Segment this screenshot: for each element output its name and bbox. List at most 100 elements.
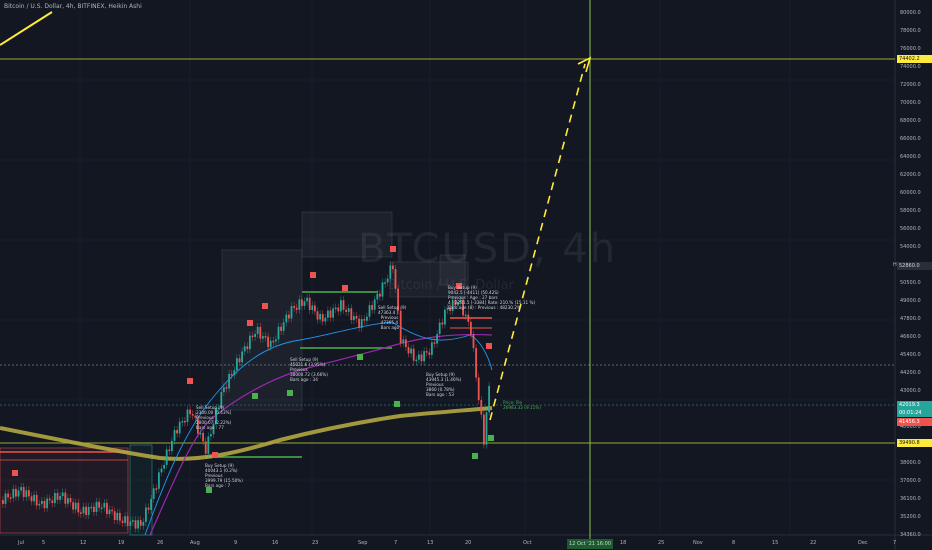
candle xyxy=(147,507,150,510)
candle xyxy=(93,506,95,512)
sell-setup-note-1: Sell Setup (9) 47363.4 [ Previous 47365.… xyxy=(378,305,407,330)
candle xyxy=(35,494,38,506)
candle xyxy=(251,335,254,338)
price-tick: 68000.0 xyxy=(900,118,921,124)
candle xyxy=(288,314,290,319)
price-tick: 72000.0 xyxy=(900,82,921,88)
candle xyxy=(225,387,228,389)
time-tick: Nov xyxy=(693,540,703,546)
candle xyxy=(319,314,321,320)
candle xyxy=(483,414,485,445)
candle xyxy=(152,488,155,499)
candle xyxy=(295,307,298,310)
candle xyxy=(358,318,360,328)
candle xyxy=(116,512,119,521)
candle xyxy=(121,520,124,523)
time-tick: Jul xyxy=(18,540,25,546)
candle xyxy=(54,493,56,504)
candle xyxy=(90,506,93,509)
candle xyxy=(199,432,202,435)
candle xyxy=(410,348,412,354)
time-tick: 12 xyxy=(80,540,87,546)
price-tick: 80000.0 xyxy=(900,10,921,16)
candle xyxy=(223,387,225,393)
candle xyxy=(423,351,425,362)
price-tick: 44200.0 xyxy=(900,370,921,376)
candle xyxy=(139,520,142,526)
candle xyxy=(433,342,436,344)
candle xyxy=(137,520,139,529)
candle xyxy=(371,305,373,310)
candle xyxy=(33,494,35,502)
price-tick: 43000.0 xyxy=(900,388,921,394)
candle xyxy=(360,319,363,328)
candle xyxy=(381,282,384,297)
candle xyxy=(85,506,87,515)
candle xyxy=(230,373,233,376)
time-tick: Sep xyxy=(358,540,368,546)
candle xyxy=(444,309,446,325)
candle xyxy=(472,334,475,349)
price-tick: 74000.0 xyxy=(900,64,921,70)
candle xyxy=(256,326,259,334)
candle xyxy=(87,506,90,515)
support-price-label: 39490.8 xyxy=(897,439,932,447)
candle xyxy=(38,503,41,506)
candle xyxy=(100,507,103,509)
candle xyxy=(470,321,472,335)
candle xyxy=(431,342,433,355)
candle xyxy=(368,305,371,317)
buy-setup-note-5: Buy Setup (9) 40043.1 (0.2%) Previous 39… xyxy=(205,463,243,488)
last-price-label: 42019.3 xyxy=(897,401,932,409)
buy-setup-note: Buy Setup (9) 9042.5 [-4411] (50.42S) Pr… xyxy=(448,285,536,310)
price-chart[interactable] xyxy=(0,0,932,550)
candle xyxy=(48,498,51,501)
candle xyxy=(277,326,280,340)
candle xyxy=(402,339,405,344)
candle xyxy=(72,502,74,510)
candle xyxy=(436,334,438,344)
candle xyxy=(246,346,249,350)
candle xyxy=(285,314,288,323)
time-tick: Oct xyxy=(523,540,532,546)
price-tick: 78000.0 xyxy=(900,28,921,34)
price-tick: 58000.0 xyxy=(900,208,921,214)
candle xyxy=(321,314,324,322)
candle xyxy=(379,293,381,297)
candle xyxy=(243,346,246,352)
price-tick: 38000.0 xyxy=(900,460,921,466)
candle xyxy=(308,297,311,311)
time-tick: 7 xyxy=(893,540,897,546)
candle xyxy=(171,440,173,452)
candle xyxy=(373,299,376,310)
price-position-note: Price: Pie 26983.32 (9.11%) xyxy=(503,400,541,410)
candle xyxy=(41,500,43,504)
price-tick: 34360.0 xyxy=(900,532,921,538)
candle xyxy=(488,385,490,413)
candle xyxy=(106,502,108,515)
time-tick: 26 xyxy=(157,540,164,546)
price-tick: 76000.0 xyxy=(900,46,921,52)
candle xyxy=(132,520,134,522)
candle xyxy=(95,501,98,512)
candle xyxy=(353,316,355,321)
candle xyxy=(420,354,423,362)
chart-title: Bitcoin / U.S. Dollar, 4h, BITFINEX, Hei… xyxy=(4,3,142,10)
candle xyxy=(363,319,366,321)
candle xyxy=(441,322,444,325)
candle xyxy=(67,498,69,504)
candle xyxy=(324,317,327,322)
candle xyxy=(366,316,368,321)
candle xyxy=(43,500,46,509)
time-tick: 25 xyxy=(658,540,665,546)
candle xyxy=(189,409,191,415)
candle xyxy=(56,493,59,500)
candle xyxy=(405,339,407,348)
candle xyxy=(111,509,113,512)
candle xyxy=(74,502,77,510)
candle xyxy=(7,493,9,498)
candle xyxy=(113,511,116,521)
candle xyxy=(238,358,241,363)
candle xyxy=(316,311,319,320)
candle xyxy=(168,449,171,452)
